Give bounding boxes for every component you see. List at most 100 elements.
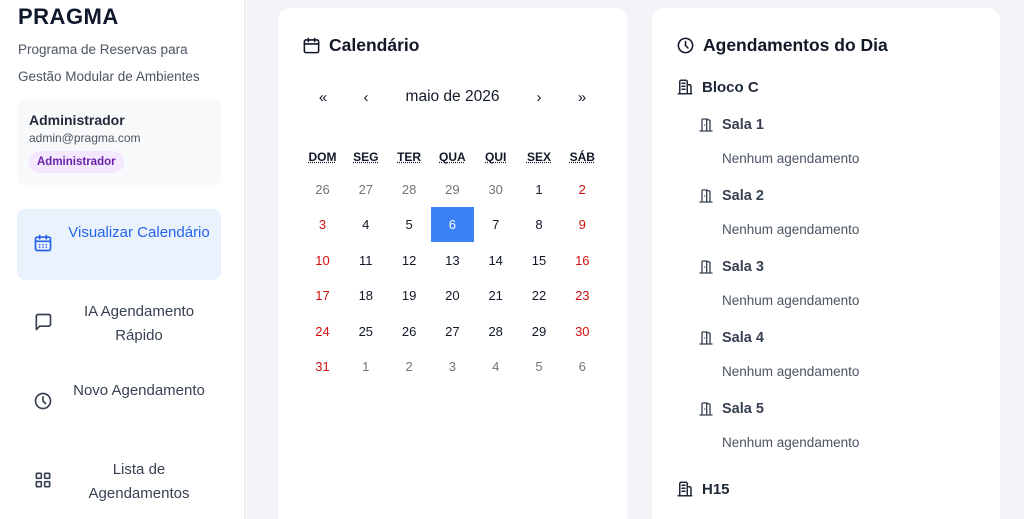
calendar-day[interactable]: 11 <box>344 243 387 278</box>
prev-month-button[interactable]: ‹ <box>354 88 378 108</box>
calendar-card: Calendário « ‹ maio de 2026 › » DOM SEG TE… <box>278 8 627 519</box>
next-year-button[interactable]: » <box>570 88 594 108</box>
month-label[interactable]: maio de 2026 <box>378 87 527 107</box>
calendar-day[interactable]: 9 <box>561 207 604 242</box>
empty-status: Nenhum agendamento <box>722 151 860 166</box>
door-icon <box>699 260 713 274</box>
building-icon <box>677 481 693 497</box>
weekday-header: SEX <box>526 150 551 164</box>
calendar-day[interactable]: 6 <box>430 207 474 243</box>
calendar-day[interactable]: 1 <box>344 349 387 384</box>
sala-name: Sala 4 <box>722 330 764 346</box>
user-name: Administrador <box>29 112 125 128</box>
calendar-day[interactable]: 2 <box>388 349 431 384</box>
sala-name: Sala 1 <box>722 117 764 133</box>
calendar-day[interactable]: 27 <box>431 314 474 349</box>
calendar-day[interactable]: 17 <box>301 278 344 313</box>
calendar-day[interactable]: 1 <box>518 172 561 207</box>
calendar-day[interactable]: 29 <box>518 314 561 349</box>
calendar-day[interactable]: 26 <box>301 172 344 207</box>
nav-item-booking-list[interactable]: Lista de Agendamentos <box>17 446 221 517</box>
user-email: admin@pragma.com <box>29 131 141 145</box>
sala-header[interactable]: Sala 2 <box>698 188 764 204</box>
grid-icon <box>35 472 51 488</box>
calendar-day[interactable]: 23 <box>561 278 604 313</box>
user-card: Administrador admin@pragma.com Administr… <box>17 99 221 185</box>
calendar-day[interactable]: 20 <box>431 278 474 313</box>
calendar-icon <box>303 37 320 54</box>
nav-item-ai-booking[interactable]: IA Agendamento Rápido <box>17 288 221 359</box>
sala-header[interactable]: Sala 3 <box>698 259 764 275</box>
nav-label: IA Agendamento Rápido <box>83 303 195 344</box>
weekday-header: TER <box>397 150 422 164</box>
calendar-day[interactable]: 21 <box>474 278 517 313</box>
calendar-day[interactable]: 7 <box>474 207 517 242</box>
calendar-day[interactable]: 19 <box>388 278 431 313</box>
calendar-day[interactable]: 22 <box>518 278 561 313</box>
app-title: PRAGMA <box>18 4 119 29</box>
door-icon <box>699 331 713 345</box>
calendar-day[interactable]: 3 <box>301 207 344 242</box>
empty-status: Nenhum agendamento <box>722 435 860 450</box>
nav-item-new-booking[interactable]: Novo Agendamento <box>17 367 221 438</box>
calendar-day[interactable]: 27 <box>344 172 387 207</box>
bloco-header[interactable]: H15 <box>676 480 730 498</box>
weekday-header: QUI <box>485 150 507 164</box>
calendar-day[interactable]: 30 <box>474 172 517 207</box>
bloco-name: Bloco C <box>702 78 759 96</box>
calendar-day[interactable]: 26 <box>388 314 431 349</box>
sala-header[interactable]: Sala 4 <box>698 330 764 346</box>
nav-label: Visualizar Calendário <box>68 224 210 241</box>
empty-status: Nenhum agendamento <box>722 222 860 237</box>
weekday-header: SÁB <box>569 150 595 164</box>
calendar-day[interactable]: 18 <box>344 278 387 313</box>
calendar-day[interactable]: 15 <box>518 243 561 278</box>
calendar-day[interactable]: 28 <box>474 314 517 349</box>
weekday-header: QUA <box>439 150 466 164</box>
nav-label: Novo Agendamento <box>73 382 205 399</box>
calendar-day[interactable]: 29 <box>431 172 474 207</box>
calendar-day[interactable]: 5 <box>388 207 431 242</box>
nav-item-calendar[interactable]: Visualizar Calendário <box>17 209 221 280</box>
clock-icon <box>34 392 52 410</box>
building-icon <box>677 79 693 95</box>
chat-icon <box>35 313 52 331</box>
clock-icon <box>677 37 694 54</box>
calendar-day[interactable]: 4 <box>344 207 387 242</box>
agenda-card-title: Agendamentos do Dia <box>676 35 888 56</box>
calendar-day[interactable]: 8 <box>518 207 561 242</box>
calendar-day[interactable]: 14 <box>474 243 517 278</box>
bloco-header[interactable]: Bloco C <box>676 78 759 96</box>
calendar-day[interactable]: 10 <box>301 243 344 278</box>
role-badge: Administrador <box>29 151 124 173</box>
sidebar: PRAGMA Programa de Reservas para Gestão … <box>0 0 245 519</box>
calendar-day[interactable]: 2 <box>561 172 604 207</box>
calendar-day[interactable]: 31 <box>301 349 344 384</box>
sala-name: Sala 5 <box>722 401 764 417</box>
calendar-day[interactable]: 5 <box>518 349 561 384</box>
next-month-button[interactable]: › <box>527 88 551 108</box>
agenda-card: Agendamentos do Dia Bloco C Sala 1 Nenhum … <box>652 8 1000 519</box>
prev-year-button[interactable]: « <box>311 88 335 108</box>
calendar-day[interactable]: 30 <box>561 314 604 349</box>
calendar-day[interactable]: 3 <box>431 349 474 384</box>
calendar-day[interactable]: 24 <box>301 314 344 349</box>
calendar-day[interactable]: 13 <box>431 243 474 278</box>
calendar-day[interactable]: 25 <box>344 314 387 349</box>
bloco-name: H15 <box>702 480 730 498</box>
sala-header[interactable]: Sala 1 <box>698 117 764 133</box>
calendar-day[interactable]: 6 <box>561 349 604 384</box>
calendar-icon <box>34 234 52 252</box>
nav-label: Lista de Agendamentos <box>88 461 190 502</box>
agenda-title: Agendamentos do Dia <box>703 35 888 55</box>
app-subtitle: Programa de Reservas para Gestão Modular… <box>18 42 200 84</box>
weekday-header: SEG <box>353 150 379 164</box>
door-icon <box>699 118 713 132</box>
calendar-day[interactable]: 16 <box>561 243 604 278</box>
calendar-day[interactable]: 12 <box>388 243 431 278</box>
calendar-card-title: Calendário <box>302 35 419 56</box>
calendar-day[interactable]: 4 <box>474 349 517 384</box>
calendar-day[interactable]: 28 <box>388 172 431 207</box>
sala-name: Sala 2 <box>722 188 764 204</box>
sala-header[interactable]: Sala 5 <box>698 401 764 417</box>
